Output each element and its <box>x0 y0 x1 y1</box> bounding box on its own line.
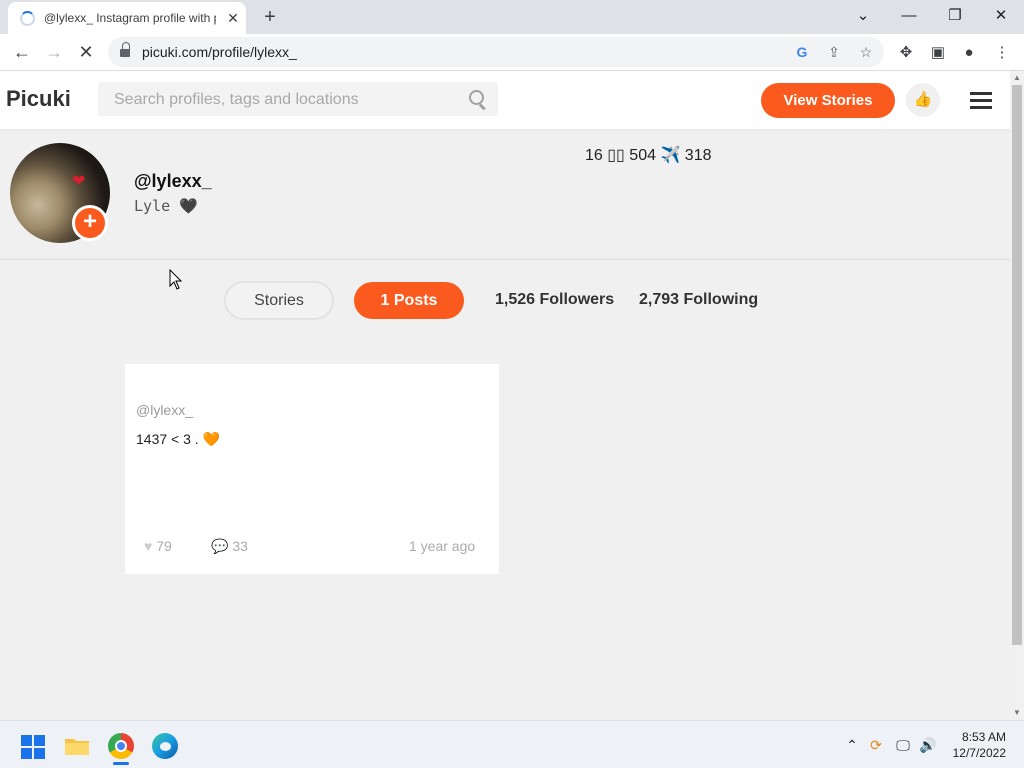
tray-chevron-up-icon[interactable]: ⌃ <box>842 735 862 755</box>
post-likes: ♥ 79 <box>144 538 172 554</box>
share-icon[interactable]: ⇪ <box>824 42 844 62</box>
black-heart-icon: 🖤 <box>179 197 198 215</box>
sync-icon[interactable]: ⟳ <box>866 735 886 755</box>
orange-heart-icon: 🧡 <box>202 431 220 447</box>
site-logo[interactable]: Picuki <box>6 86 71 112</box>
add-story-button[interactable]: + <box>72 205 108 241</box>
url-text[interactable]: picuki.com/profile/lylexx_ <box>142 44 297 60</box>
active-app-indicator <box>113 762 129 765</box>
browser-tab[interactable]: @lylexx_ Instagram profile with p ✕ <box>8 2 246 34</box>
volume-icon[interactable]: 🔊 <box>918 735 938 755</box>
like-heart-icon: ♥ <box>144 538 153 554</box>
post-caption-text: 1437 < 3 . <box>136 431 203 447</box>
page-scrollbar[interactable]: ▲ ▼ <box>1010 71 1024 720</box>
network-icon[interactable]: 🖵 <box>893 735 913 755</box>
site-header: Picuki Search profiles, tags and locatio… <box>0 71 1010 129</box>
stop-loading-button[interactable]: ✕ <box>73 39 99 65</box>
view-stories-button[interactable]: View Stories <box>761 83 895 118</box>
scrollbar-thumb[interactable] <box>1012 85 1022 645</box>
browser-tab-strip: @lylexx_ Instagram profile with p ✕ + ⌄ … <box>0 0 1024 34</box>
bookmark-star-icon[interactable]: ☆ <box>856 42 876 62</box>
scroll-down-arrow-icon[interactable]: ▼ <box>1010 706 1024 720</box>
clock-date[interactable]: 12/7/2022 <box>944 746 1006 760</box>
profile-stats-line: 16 ▯▯ 504 ✈️ 318 <box>585 147 712 164</box>
edge-taskbar-icon[interactable] <box>152 733 178 759</box>
close-window-button[interactable]: ✕ <box>981 2 1021 30</box>
loading-spinner-icon <box>20 11 35 26</box>
lock-icon[interactable] <box>120 42 130 58</box>
profile-avatar-icon[interactable]: ● <box>958 42 980 64</box>
comments-count: 33 <box>232 538 248 554</box>
thumbs-up-icon[interactable]: 👍 <box>906 83 940 117</box>
tab-stories[interactable]: Stories <box>224 281 334 320</box>
comment-bubble-icon: 💬 <box>211 538 229 554</box>
minimize-button[interactable]: — <box>889 2 929 30</box>
windows-start-icon[interactable] <box>21 735 45 759</box>
followers-count[interactable]: 1,526 Followers <box>495 291 614 309</box>
forward-button[interactable]: → <box>41 39 67 65</box>
search-icon[interactable] <box>468 89 488 109</box>
new-tab-button[interactable]: + <box>258 5 282 29</box>
profile-username: @lylexx_ <box>134 171 212 191</box>
post-username[interactable]: @lylexx_ <box>136 402 193 418</box>
google-lens-icon[interactable]: G <box>792 42 812 62</box>
post-comments: 💬 33 <box>211 538 248 555</box>
mouse-cursor-icon <box>169 269 183 290</box>
heart-icon: ❤ <box>72 173 86 190</box>
clock-time[interactable]: 8:53 AM <box>958 730 1006 744</box>
tab-title: @lylexx_ Instagram profile with p <box>44 11 216 25</box>
tab-search-icon[interactable]: ⌄ <box>843 2 883 30</box>
hamburger-menu-icon[interactable] <box>970 92 992 109</box>
search-input[interactable]: Search profiles, tags and locations <box>98 82 498 116</box>
back-button[interactable]: ← <box>9 39 35 65</box>
search-placeholder: Search profiles, tags and locations <box>114 91 359 108</box>
likes-count: 79 <box>156 538 172 554</box>
post-time: 1 year ago <box>409 538 476 554</box>
browser-toolbar: ← → ✕ picuki.com/profile/lylexx_ G ⇪ ☆ ✥… <box>0 34 1024 71</box>
tab-close-icon[interactable]: ✕ <box>224 9 242 27</box>
extensions-icon[interactable]: ✥ <box>895 42 917 64</box>
following-count[interactable]: 2,793 Following <box>639 291 758 309</box>
post-card[interactable]: @lylexx_ 1437 < 3 . 🧡 ♥ 79 💬 33 1 year a… <box>125 364 499 574</box>
address-bar[interactable]: picuki.com/profile/lylexx_ G ⇪ ☆ <box>108 37 884 67</box>
scroll-up-arrow-icon[interactable]: ▲ <box>1010 71 1024 85</box>
side-panel-icon[interactable]: ▣ <box>927 42 949 64</box>
windows-taskbar: ⌃ ⟳ 🖵 🔊 8:53 AM 12/7/2022 <box>0 720 1024 768</box>
profile-full-name: Lyle 🖤 <box>134 197 198 215</box>
restore-button[interactable]: ❐ <box>935 2 975 30</box>
chrome-taskbar-icon[interactable] <box>108 733 134 759</box>
post-caption: 1437 < 3 . 🧡 <box>136 431 220 448</box>
tab-posts[interactable]: 1 Posts <box>354 282 464 319</box>
full-name-text: Lyle <box>134 197 171 215</box>
browser-menu-icon[interactable]: ⋮ <box>991 42 1013 64</box>
file-explorer-icon[interactable] <box>64 735 90 757</box>
section-divider <box>0 259 1010 260</box>
